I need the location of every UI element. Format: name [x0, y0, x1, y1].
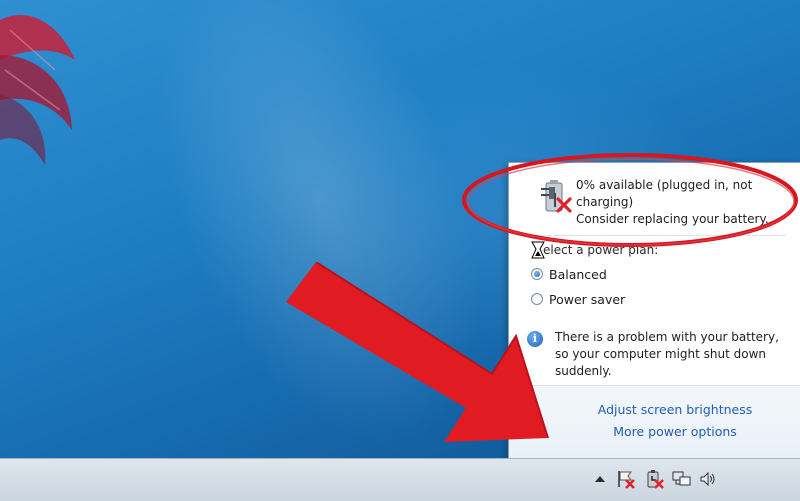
- warning-line-3: suddenly.: [555, 364, 612, 378]
- highlight-ellipse-annotation: [462, 153, 798, 247]
- warning-line-2: so your computer might shut down: [555, 347, 767, 361]
- show-hidden-icons-arrow-icon[interactable]: [590, 469, 610, 489]
- warning-line-1: There is a problem with your battery,: [555, 330, 779, 344]
- battery-warning-text: There is a problem with your battery, so…: [555, 329, 791, 380]
- red-arrow-annotation: [286, 262, 549, 442]
- wallpaper-flower: [0, 14, 75, 165]
- action-center-flag-icon[interactable]: [616, 469, 636, 489]
- volume-icon[interactable]: [698, 469, 718, 489]
- battery-icon[interactable]: [644, 469, 664, 489]
- taskbar: [0, 458, 800, 501]
- network-icon[interactable]: [672, 469, 692, 489]
